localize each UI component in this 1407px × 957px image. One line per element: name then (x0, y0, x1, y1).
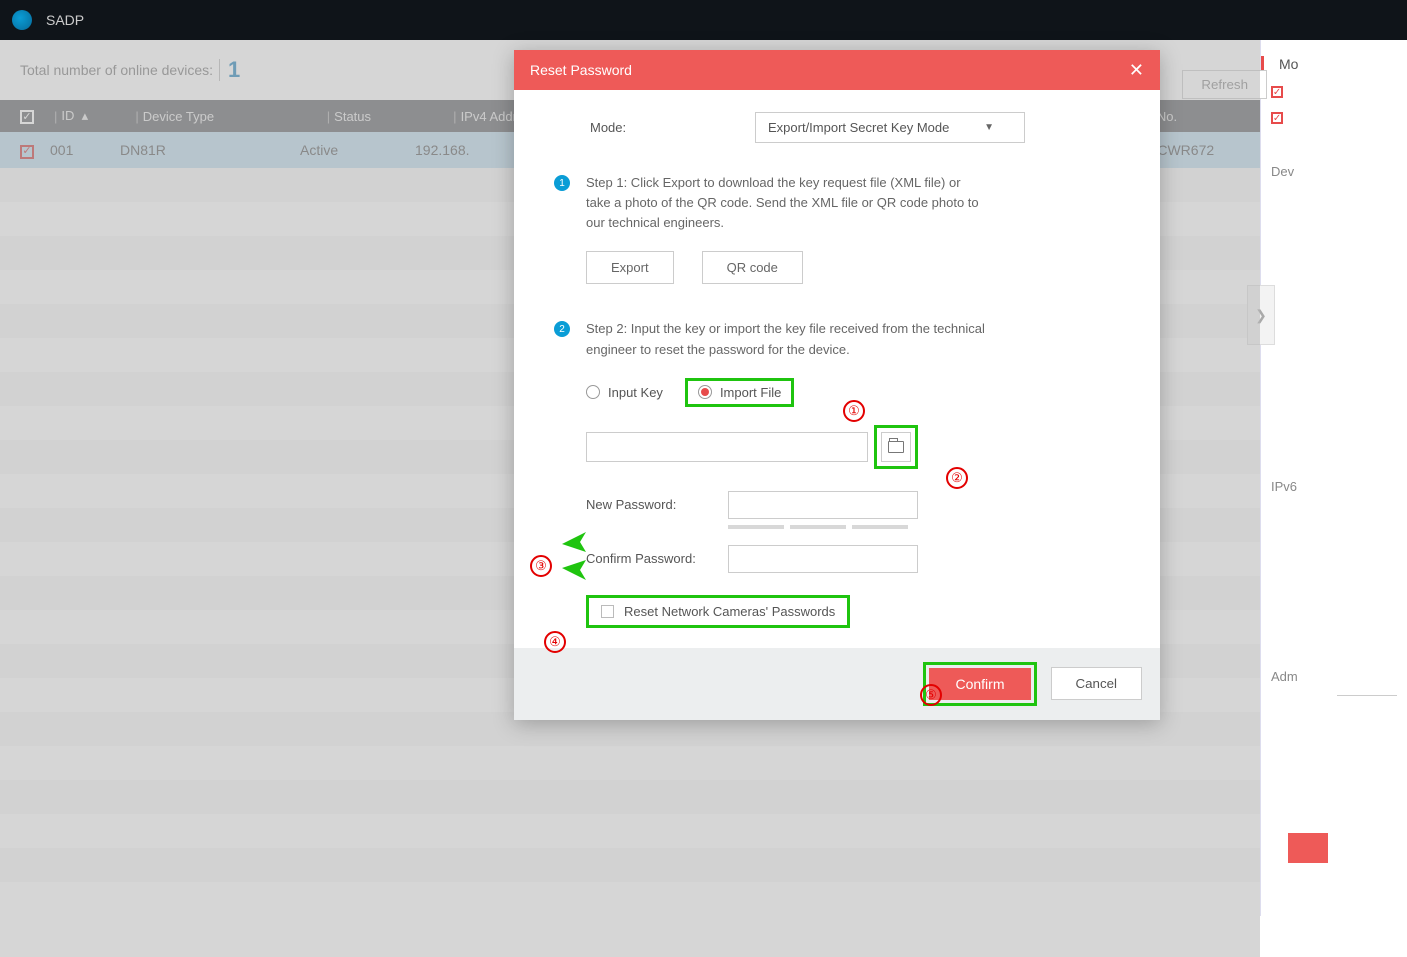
step-2-text: Step 2: Input the key or import the key … (586, 319, 986, 359)
step-1-badge: 1 (554, 175, 570, 191)
password-strength (728, 525, 1120, 529)
new-password-input[interactable] (728, 491, 918, 519)
annotation-1: ① (843, 400, 865, 422)
reset-cameras-checkbox[interactable]: Reset Network Cameras' Passwords (586, 595, 850, 628)
confirm-button[interactable]: Confirm (929, 668, 1030, 700)
radio-import-file[interactable]: Import File (685, 378, 794, 407)
browse-button[interactable] (881, 432, 911, 462)
qrcode-button[interactable]: QR code (702, 251, 803, 284)
annotation-4: ④ (544, 631, 566, 653)
modal-title: Reset Password (530, 62, 632, 78)
reset-password-modal: Reset Password ✕ Mode: Export/Import Sec… (514, 50, 1160, 720)
side-label-ipv6: IPv6 (1271, 479, 1407, 494)
file-path-input[interactable] (586, 432, 868, 462)
radio-input-key[interactable]: Input Key (586, 385, 663, 400)
confirm-password-label: Confirm Password: (586, 551, 728, 566)
annotation-2: ② (946, 467, 968, 489)
step-2-badge: 2 (554, 321, 570, 337)
export-button[interactable]: Export (586, 251, 674, 284)
title-bar: SADP (0, 0, 1407, 40)
step-1-text: Step 1: Click Export to download the key… (586, 173, 986, 233)
app-logo-icon (12, 10, 32, 30)
cancel-button[interactable]: Cancel (1051, 667, 1143, 700)
checkbox-icon (601, 605, 614, 618)
mode-label: Mode: (590, 120, 755, 135)
new-password-label: New Password: (586, 497, 728, 512)
side-panel-title: Mo (1271, 56, 1407, 72)
side-label-admin: Adm (1271, 669, 1407, 684)
side-check-2[interactable]: ✓ (1271, 112, 1283, 124)
app-title: SADP (46, 12, 84, 28)
side-check-1[interactable]: ✓ (1271, 86, 1283, 98)
modal-footer: Confirm Cancel (514, 648, 1160, 720)
mode-select[interactable]: Export/Import Secret Key Mode ▼ (755, 112, 1025, 143)
annotation-3: ③ (530, 555, 552, 577)
annotation-arrows (556, 528, 596, 588)
side-label-device: Dev (1271, 164, 1407, 179)
confirm-password-input[interactable] (728, 545, 918, 573)
folder-icon (888, 441, 904, 453)
side-red-button[interactable] (1288, 833, 1328, 863)
annotation-5: ⑤ (920, 684, 942, 706)
modal-header: Reset Password ✕ (514, 50, 1160, 90)
chevron-down-icon: ▼ (984, 122, 994, 133)
close-icon[interactable]: ✕ (1129, 60, 1144, 81)
side-panel: Mo ✓ ✓ Dev ❯ IPv6 Adm (1260, 40, 1407, 916)
